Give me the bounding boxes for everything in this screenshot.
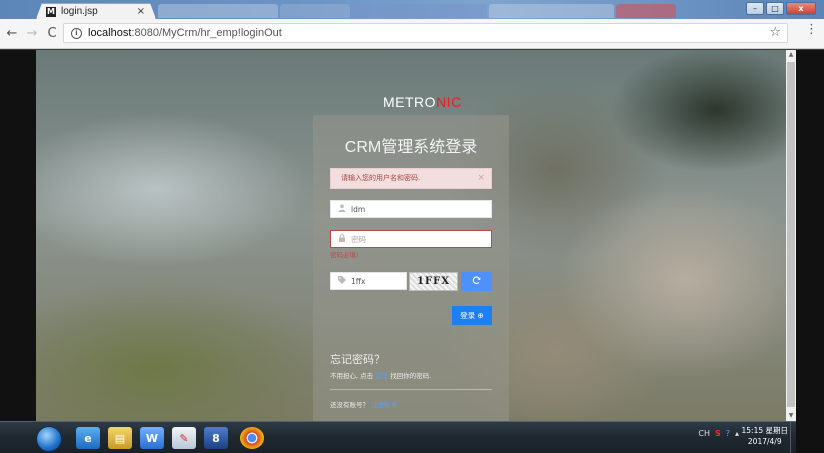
right-border	[796, 50, 824, 421]
password-error-text: 密码必填!	[330, 251, 359, 259]
scroll-up-icon[interactable]: ▲	[786, 50, 796, 60]
browser-menu-icon[interactable]: ⋮	[805, 23, 818, 36]
logo-prefix: METRO	[383, 94, 437, 110]
taskbar-right-border	[796, 421, 824, 453]
help-icon[interactable]: ?	[726, 429, 730, 438]
login-page: METRONIC CRM管理系统登录 请输入您的用户名和密码. × ldm 密码…	[36, 50, 786, 421]
lock-icon	[337, 234, 346, 244]
divider	[330, 389, 492, 390]
wps-icon[interactable]: W	[140, 427, 164, 449]
refresh-icon	[472, 275, 481, 288]
windows-taskbar: e ▤ W ✎ 8 CH S ? ▴ 15:15 星期日 2017/4/9	[0, 421, 824, 453]
login-form: CRM管理系统登录 请输入您的用户名和密码. × ldm 密码 密码必填! 1f…	[313, 115, 509, 421]
captcha-input[interactable]: 1ffx	[330, 272, 407, 290]
password-field[interactable]: 密码	[330, 230, 492, 248]
browser-tab[interactable]	[158, 4, 278, 18]
sogou-icon[interactable]: S	[715, 429, 721, 438]
browser-tab[interactable]	[352, 4, 487, 18]
browser-toolbar: ← → C i localhost:8080/MyCrm/hr_emp!logi…	[0, 19, 824, 49]
clock[interactable]: 15:15 星期日 2017/4/9	[742, 425, 789, 447]
maximize-button[interactable]: □	[766, 2, 784, 15]
chrome-icon[interactable]	[240, 427, 264, 449]
minimize-button[interactable]: –	[746, 2, 764, 15]
page-scrollbar[interactable]: ▲ ▼	[786, 50, 796, 421]
url-path: :8080/MyCrm/hr_emp!loginOut	[131, 27, 282, 39]
address-bar[interactable]: i localhost:8080/MyCrm/hr_emp!loginOut ☆	[63, 23, 788, 43]
tab-title: login.jsp	[61, 6, 98, 17]
refresh-captcha-button[interactable]	[461, 272, 492, 291]
paint-icon[interactable]: ✎	[172, 427, 196, 449]
captcha-image[interactable]: 1FFX	[409, 272, 458, 291]
tag-icon	[337, 276, 346, 286]
alert-text: 请输入您的用户名和密码.	[341, 174, 421, 182]
forget-text-after: 找回你的密码.	[388, 372, 432, 380]
browser-titlebar: M login.jsp × – □ x	[0, 0, 824, 19]
forget-text-before: 不用担心, 点击	[330, 372, 376, 380]
window-controls: – □ x	[746, 2, 816, 15]
start-button-icon[interactable]	[36, 426, 62, 452]
alert-close-icon[interactable]: ×	[477, 169, 485, 188]
back-button[interactable]: ←	[4, 26, 20, 41]
browser-tab[interactable]	[489, 4, 614, 18]
bookmark-star-icon[interactable]: ☆	[769, 25, 781, 40]
explorer-folder-icon[interactable]: ▤	[108, 427, 132, 449]
ie-icon[interactable]: e	[76, 427, 100, 449]
captcha-value: 1ffx	[351, 276, 366, 286]
scroll-down-icon[interactable]: ▼	[786, 411, 796, 421]
url-text: localhost:8080/MyCrm/hr_emp!loginOut	[88, 27, 282, 39]
forward-button[interactable]: →	[24, 26, 40, 41]
left-border	[0, 50, 36, 453]
clock-time: 15:15 星期日	[741, 426, 789, 435]
forget-password-link[interactable]: 这里	[375, 372, 388, 380]
browser-tab[interactable]	[280, 4, 350, 18]
password-placeholder: 密码	[351, 234, 366, 244]
forget-password-text: 不用担心, 点击 这里 找回你的密码.	[330, 370, 431, 380]
metronic-logo: METRONIC	[383, 94, 462, 110]
tab-close-icon[interactable]: ×	[137, 6, 145, 17]
username-value: ldm	[351, 204, 366, 214]
network-icon[interactable]: ▴	[735, 429, 739, 438]
register-text: 还没有账号？ 注册账号	[330, 399, 397, 409]
close-window-button[interactable]: x	[786, 2, 816, 15]
username-field[interactable]: ldm	[330, 200, 492, 218]
browser-tab-active[interactable]: M login.jsp ×	[36, 3, 156, 19]
reload-button[interactable]: C	[44, 26, 60, 41]
login-title: CRM管理系统登录	[344, 139, 478, 156]
alert-message: 请输入您的用户名和密码. ×	[330, 168, 492, 189]
browser-tab[interactable]	[616, 4, 676, 18]
register-prompt: 还没有账号？	[330, 401, 369, 409]
user-icon	[337, 204, 346, 214]
eclipse-icon[interactable]: 8	[204, 427, 228, 449]
url-host: localhost	[88, 27, 132, 39]
info-icon[interactable]: i	[71, 27, 82, 39]
scroll-thumb[interactable]	[787, 62, 795, 407]
logo-suffix: NIC	[436, 94, 462, 110]
metronic-favicon-icon: M	[47, 7, 55, 16]
clock-date: 2017/4/9	[747, 437, 782, 446]
input-method-icon[interactable]: CH	[698, 429, 710, 438]
login-button[interactable]: 登录 ⊕	[452, 306, 492, 325]
forget-password-title: 忘记密码？	[330, 354, 385, 366]
register-link[interactable]: 注册账号	[371, 401, 397, 409]
